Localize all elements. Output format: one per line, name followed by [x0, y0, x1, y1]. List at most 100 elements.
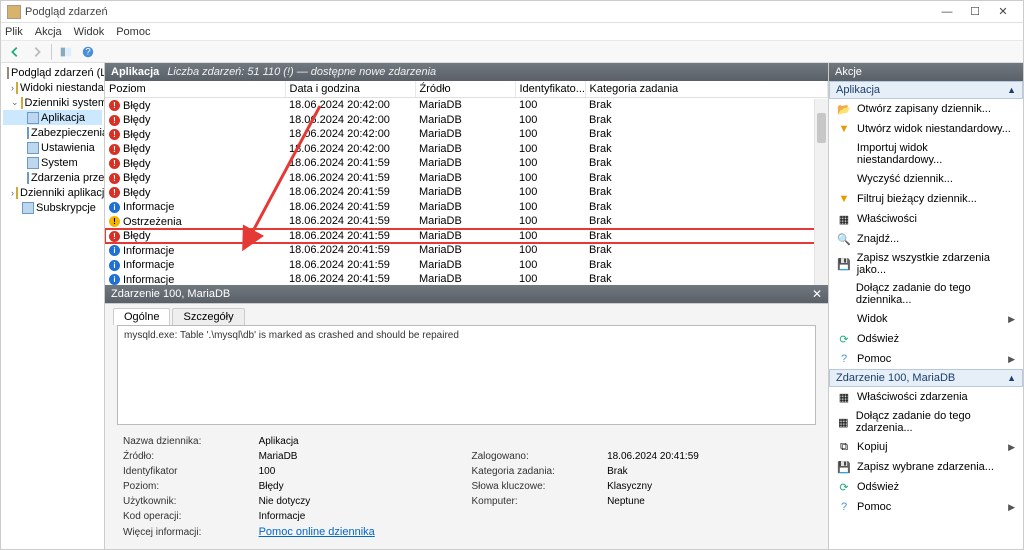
- action-save-selected[interactable]: 💾Zapisz wybrane zdarzenia...: [829, 457, 1023, 477]
- action-event-attach[interactable]: ▦Dołącz zadanie do tego zdarzenia...: [829, 407, 1023, 437]
- action-create-view[interactable]: ▼Utwórz widok niestandardowy...: [829, 119, 1023, 139]
- maximize-button[interactable]: ☐: [961, 3, 989, 21]
- row-category: Brak: [585, 98, 828, 113]
- action-copy[interactable]: ⧉Kopiuj▶: [829, 437, 1023, 457]
- row-date: 18.06.2024 20:41:59: [285, 214, 415, 229]
- action-open-log[interactable]: 📂Otwórz zapisany dziennik...: [829, 99, 1023, 119]
- collapse-icon[interactable]: ▲: [1007, 85, 1016, 95]
- menu-action[interactable]: Akcja: [35, 26, 62, 38]
- properties-icon: ▦: [837, 390, 851, 404]
- show-tree-button[interactable]: [56, 43, 76, 61]
- tree-view[interactable]: Podgląd zdarzeń (Lokalny) ›Widoki niesta…: [1, 63, 105, 549]
- meta-value: 100: [255, 465, 466, 478]
- action-help-2[interactable]: ?Pomoc▶: [829, 497, 1023, 517]
- action-event-properties[interactable]: ▦Właściwości zdarzenia: [829, 387, 1023, 407]
- tree-system[interactable]: System: [3, 155, 102, 170]
- table-row[interactable]: !Błędy18.06.2024 20:42:00MariaDB100Brak: [105, 142, 828, 157]
- col-level[interactable]: Poziom: [105, 81, 285, 98]
- tree-windows-logs[interactable]: ⌄Dzienniki systemu Windows: [3, 95, 102, 110]
- row-level: Błędy: [123, 114, 151, 126]
- help-icon: ?: [837, 500, 851, 514]
- table-row[interactable]: !Błędy18.06.2024 20:42:00MariaDB100Brak: [105, 98, 828, 113]
- tab-general[interactable]: Ogólne: [113, 308, 170, 325]
- row-date: 18.06.2024 20:41:59: [285, 258, 415, 273]
- tree-label: Zdarzenia przesyłane dalej: [31, 172, 105, 184]
- menu-file[interactable]: Plik: [5, 26, 23, 38]
- action-refresh-2[interactable]: ⟳Odśwież: [829, 477, 1023, 497]
- refresh-icon: ⟳: [837, 332, 851, 346]
- table-row[interactable]: iInformacje18.06.2024 20:41:59MariaDB100…: [105, 243, 828, 258]
- scrollbar[interactable]: [814, 99, 828, 285]
- details-header: Zdarzenie 100, MariaDB ✕: [105, 285, 828, 303]
- actions-group-app[interactable]: Aplikacja▲: [829, 81, 1023, 99]
- event-list[interactable]: Poziom Data i godzina Źródło Identyfikat…: [105, 81, 828, 285]
- collapse-icon[interactable]: ▲: [1007, 373, 1016, 383]
- col-id[interactable]: Identyfikato...: [515, 81, 585, 98]
- row-category: Brak: [585, 156, 828, 171]
- action-label: Dołącz zadanie do tego zdarzenia...: [856, 410, 1015, 434]
- table-row[interactable]: !Błędy18.06.2024 20:41:59MariaDB100Brak: [105, 171, 828, 186]
- row-id: 100: [515, 127, 585, 142]
- meta-key: Więcej informacji:: [119, 525, 253, 539]
- action-help[interactable]: ?Pomoc▶: [829, 349, 1023, 369]
- col-category[interactable]: Kategoria zadania: [585, 81, 828, 98]
- action-import-view[interactable]: Importuj widok niestandardowy...: [829, 139, 1023, 169]
- col-date[interactable]: Data i godzina: [285, 81, 415, 98]
- row-date: 18.06.2024 20:41:59: [285, 243, 415, 258]
- meta-value: Informacje: [255, 510, 466, 523]
- close-button[interactable]: ✕: [989, 3, 1017, 21]
- actions-group-event[interactable]: Zdarzenie 100, MariaDB ▲: [829, 369, 1023, 387]
- menu-help[interactable]: Pomoc: [116, 26, 150, 38]
- row-id: 100: [515, 142, 585, 157]
- table-row[interactable]: !Błędy18.06.2024 20:41:59MariaDB100Brak: [105, 156, 828, 171]
- action-clear-log[interactable]: Wyczyść dziennik...: [829, 169, 1023, 189]
- save-icon: 💾: [837, 257, 851, 271]
- table-row[interactable]: !Błędy18.06.2024 20:42:00MariaDB100Brak: [105, 127, 828, 142]
- row-source: MariaDB: [415, 185, 515, 200]
- table-row[interactable]: iInformacje18.06.2024 20:41:59MariaDB100…: [105, 272, 828, 285]
- row-source: MariaDB: [415, 171, 515, 186]
- action-attach-task[interactable]: Dołącz zadanie do tego dziennika...: [829, 279, 1023, 309]
- action-label: Znajdź...: [857, 233, 899, 245]
- svg-text:?: ?: [85, 46, 90, 57]
- tree-appservices[interactable]: ›Dzienniki aplikacji i usług: [3, 185, 102, 200]
- tree-setup[interactable]: Ustawienia: [3, 140, 102, 155]
- details-close-icon[interactable]: ✕: [812, 287, 822, 301]
- row-id: 100: [515, 272, 585, 285]
- tree-security[interactable]: Zabezpieczenia: [3, 125, 102, 140]
- menu-view[interactable]: Widok: [74, 26, 105, 38]
- back-button[interactable]: [5, 43, 25, 61]
- action-refresh[interactable]: ⟳Odśwież: [829, 329, 1023, 349]
- action-properties[interactable]: ▦Właściwości: [829, 209, 1023, 229]
- action-filter-log[interactable]: ▼Filtruj bieżący dziennik...: [829, 189, 1023, 209]
- forward-button[interactable]: [27, 43, 47, 61]
- meta-value: Brak: [603, 465, 814, 478]
- action-find[interactable]: 🔍Znajdź...: [829, 229, 1023, 249]
- group-label: Zdarzenie 100, MariaDB: [836, 372, 955, 384]
- tree-root[interactable]: Podgląd zdarzeń (Lokalny): [3, 65, 102, 80]
- help-link[interactable]: Pomoc online dziennika: [259, 526, 375, 538]
- table-row[interactable]: !Błędy18.06.2024 20:41:59MariaDB100Brak: [105, 185, 828, 200]
- table-row[interactable]: !Błędy18.06.2024 20:41:59MariaDB100Brak: [105, 229, 828, 244]
- tree-subscriptions[interactable]: Subskrypcje: [3, 200, 102, 215]
- table-row[interactable]: iInformacje18.06.2024 20:41:59MariaDB100…: [105, 258, 828, 273]
- action-view[interactable]: Widok▶: [829, 309, 1023, 329]
- chevron-right-icon: ▶: [1008, 442, 1015, 453]
- minimize-button[interactable]: —: [933, 3, 961, 21]
- tree-forwarded[interactable]: Zdarzenia przesyłane dalej: [3, 170, 102, 185]
- properties-icon: ▦: [837, 212, 851, 226]
- row-date: 18.06.2024 20:41:59: [285, 200, 415, 215]
- tree-application[interactable]: Aplikacja: [3, 110, 102, 125]
- tree-custom-views[interactable]: ›Widoki niestandardowe: [3, 80, 102, 95]
- row-level: Błędy: [123, 230, 151, 242]
- tab-details[interactable]: Szczegóły: [172, 308, 244, 325]
- action-label: Pomoc: [857, 353, 891, 365]
- view-icon: [837, 312, 851, 326]
- action-save-all[interactable]: 💾Zapisz wszystkie zdarzenia jako...: [829, 249, 1023, 279]
- table-row[interactable]: iInformacje18.06.2024 20:41:59MariaDB100…: [105, 200, 828, 215]
- table-row[interactable]: !Ostrzeżenia18.06.2024 20:41:59MariaDB10…: [105, 214, 828, 229]
- help-button[interactable]: ?: [78, 43, 98, 61]
- scrollbar-thumb[interactable]: [817, 113, 826, 143]
- col-source[interactable]: Źródło: [415, 81, 515, 98]
- table-row[interactable]: !Błędy18.06.2024 20:42:00MariaDB100Brak: [105, 113, 828, 128]
